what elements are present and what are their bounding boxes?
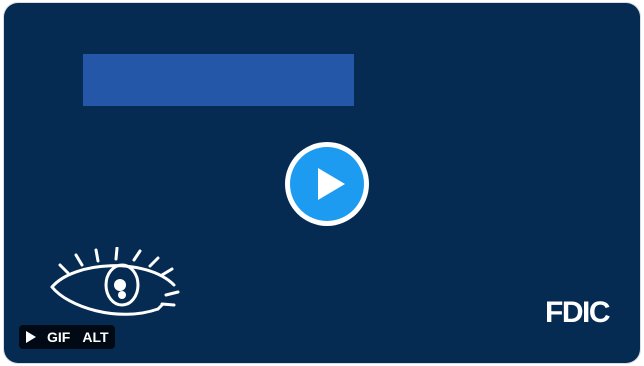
eye-icon [50,247,180,316]
alt-badge[interactable]: ALT [76,325,114,349]
media-badges: GIF ALT [19,325,115,349]
media-card[interactable]: FDIC GIF ALT [4,3,640,363]
gif-badge: GIF [47,329,71,345]
play-icon [318,168,345,200]
brand-logo-text: FDIC [545,296,611,329]
gif-play-button[interactable] [19,325,41,349]
play-button[interactable] [285,142,369,226]
blue-banner [83,54,354,106]
play-icon [26,331,36,343]
